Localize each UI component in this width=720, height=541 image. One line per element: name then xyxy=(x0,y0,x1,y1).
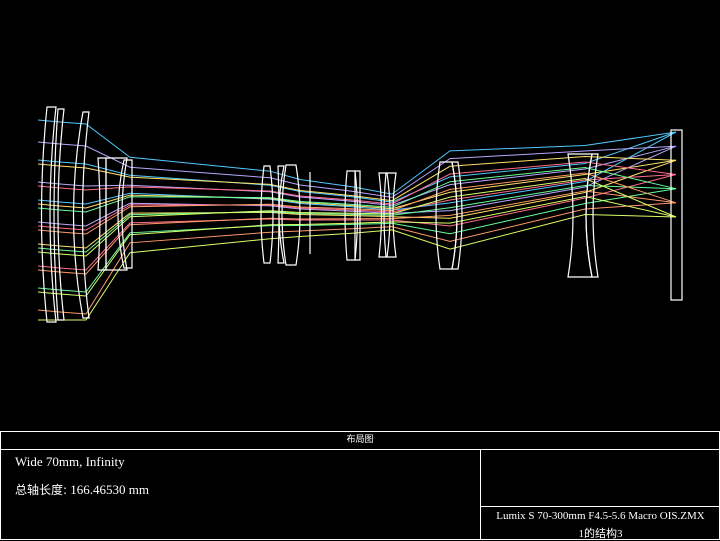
info-right-cell: Lumix S 70-300mm F4.5-5.6 Macro OIS.ZMX … xyxy=(480,450,720,540)
total-length-label: 总轴长度: xyxy=(15,483,68,497)
lens-element-7 xyxy=(260,165,274,264)
image-plane xyxy=(670,129,683,301)
lens-element-9 xyxy=(281,164,301,266)
lens-file-name: Lumix S 70-300mm F4.5-5.6 Macro OIS.ZMX xyxy=(496,510,705,522)
total-length-value: 166.46530 mm xyxy=(70,482,150,497)
lens-element-15 xyxy=(451,161,463,270)
total-length-line: 总轴长度: 166.46530 mm xyxy=(15,481,149,498)
info-left-cell: Wide 70mm, Infinity 总轴长度: 166.46530 mm xyxy=(1,450,479,539)
cell-divider xyxy=(481,506,720,507)
info-panel: 布局图 Wide 70mm, Infinity 总轴长度: 166.46530 … xyxy=(0,431,720,540)
diagram-title: 布局图 xyxy=(1,432,719,450)
lens-element-2 xyxy=(53,108,65,321)
configuration-name: 1的结构3 xyxy=(578,528,623,540)
lens-element-3 xyxy=(72,111,90,319)
optical-layout-diagram xyxy=(37,106,683,323)
configuration-label: Wide 70mm, Infinity xyxy=(15,454,125,469)
